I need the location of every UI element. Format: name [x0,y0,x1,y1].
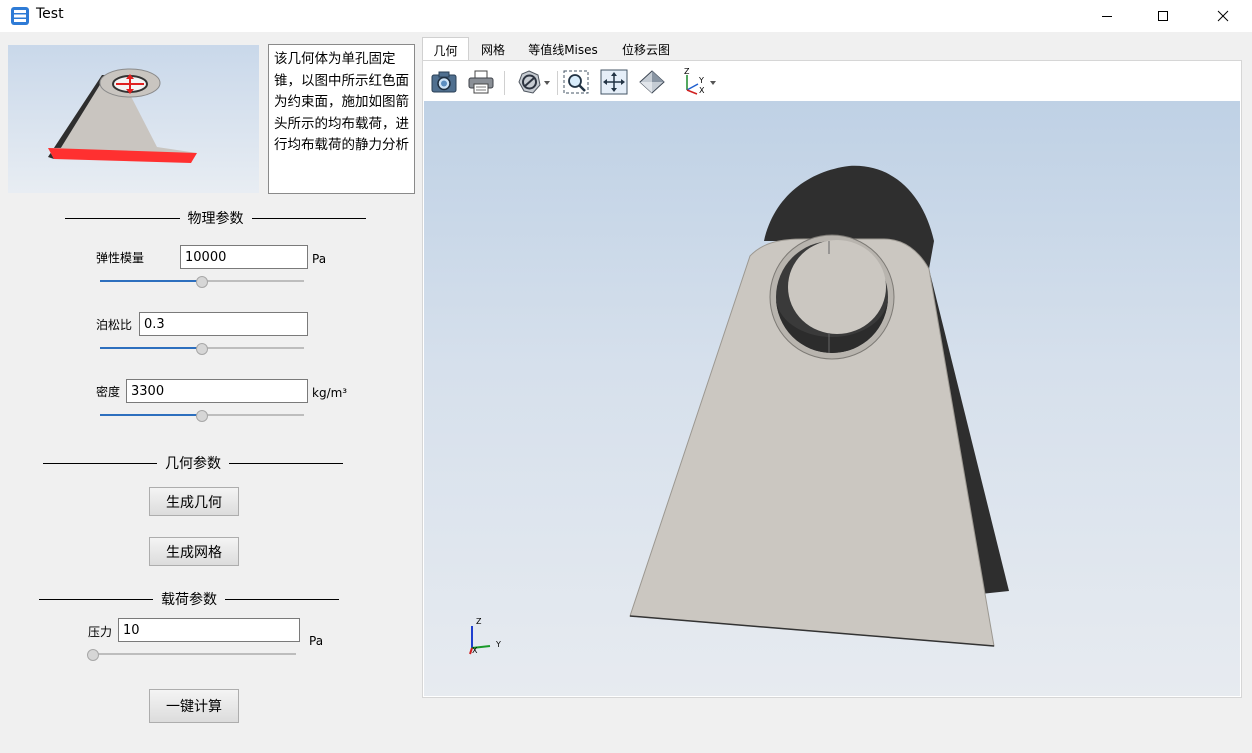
app-icon [10,6,30,26]
tab-displacement[interactable]: 位移云图 [612,37,680,61]
maximize-icon [1158,11,1168,21]
anchor-model [629,165,1009,647]
density-label: 密度 [96,385,121,399]
description-box: 该几何体为单孔固定锥，以图中所示红色面为约束面，施加如图箭头所示的均布载荷，进行… [268,44,415,194]
toolbar-separator [504,71,505,95]
poisson-ratio-label: 泊松比 [96,318,133,332]
elastic-modulus-slider[interactable] [100,273,304,289]
slider-handle[interactable] [87,649,99,661]
camera-icon [431,71,457,93]
load-params-section: 载荷参数 [39,589,339,609]
poisson-ratio-input[interactable]: 0.3 [139,312,308,336]
fit-all-button[interactable] [599,67,629,97]
orientation-x-label: X [699,86,705,95]
elastic-modulus-input[interactable]: 10000 [180,245,308,269]
slider-handle[interactable] [196,276,208,288]
minimize-button[interactable] [1084,0,1130,32]
compute-button[interactable]: 一键计算 [149,689,239,723]
zoom-window-icon [563,70,589,94]
hole-back-visible [788,240,886,334]
generate-mesh-button[interactable]: 生成网格 [149,537,239,566]
title-bar: Test [0,0,1252,32]
orientation-y-label: Y [699,76,704,85]
3d-viewport[interactable]: Z Y X [424,101,1240,696]
pressure-unit: Pa [309,634,324,648]
display-mode-dropdown[interactable] [515,67,553,97]
window-title: Test [36,6,64,22]
screenshot-button[interactable] [429,67,459,97]
view-cube-icon [639,70,665,94]
model-preview-image [8,45,259,193]
density-slider[interactable] [100,407,304,423]
slider-handle[interactable] [196,343,208,355]
zoom-window-button[interactable] [561,67,591,97]
slider-handle[interactable] [196,410,208,422]
orientation-z-label: Z [684,67,690,76]
geometry-params-section: 几何参数 [43,453,343,473]
view-tabs: 几何 网格 等值线Mises 位移云图 [422,37,1252,62]
elastic-modulus-label: 弹性模量 [96,251,145,265]
close-button[interactable] [1200,0,1246,32]
density-input[interactable]: 3300 [126,379,308,403]
maximize-button[interactable] [1140,0,1186,32]
geometry-params-title: 几何参数 [165,456,221,472]
axis-orientation-dropdown[interactable]: Z Y X [677,67,717,97]
tab-mises-contour[interactable]: 等值线Mises [522,37,604,61]
poisson-ratio-slider[interactable] [100,340,304,356]
pressure-slider[interactable] [87,646,296,662]
viewer-toolbar: Z Y X [423,61,1241,101]
printer-icon [468,70,494,94]
physical-params-section: 物理参数 [65,208,366,228]
triad-z-label: Z [476,617,482,626]
load-params-title: 载荷参数 [161,592,217,608]
density-unit: kg/m³ [312,386,348,400]
tab-geometry[interactable]: 几何 [422,37,469,62]
triad-x-label: X [472,646,478,655]
generate-geometry-button[interactable]: 生成几何 [149,487,239,516]
physical-params-title: 物理参数 [187,211,244,227]
fit-all-icon [600,69,628,95]
elastic-modulus-unit: Pa [312,252,327,266]
pressure-input[interactable]: 10 [118,618,300,642]
minimize-icon [1102,16,1112,17]
axis-orientation-icon [686,75,716,95]
tab-mesh[interactable]: 网格 [472,37,514,61]
display-mode-icon [518,70,550,94]
print-button[interactable] [466,67,496,97]
view-cube-button[interactable] [637,67,667,97]
toolbar-separator [557,71,558,95]
triad-y-label: Y [496,640,501,649]
close-icon [1217,10,1229,22]
pressure-label: 压力 [88,625,113,639]
axis-triad: Z Y X [466,616,506,656]
